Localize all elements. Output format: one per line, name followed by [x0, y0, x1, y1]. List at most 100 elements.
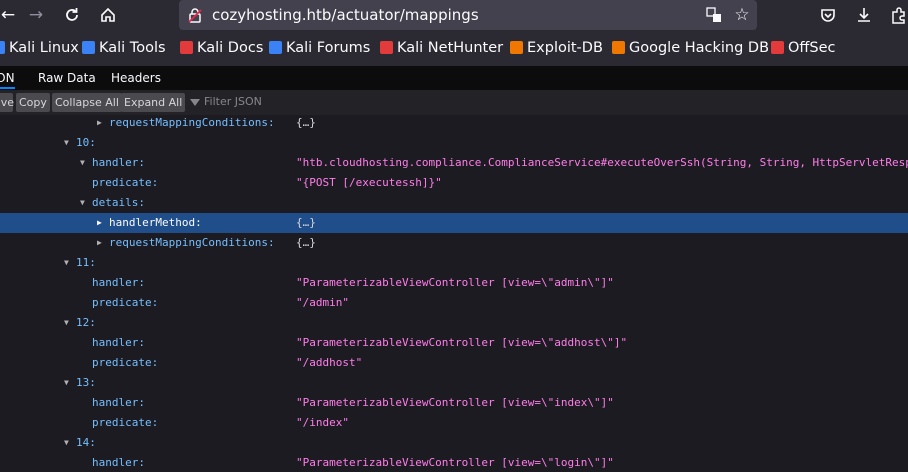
expanded-twisty-icon[interactable]: ▼ — [80, 193, 85, 213]
collapse-all-button[interactable]: Collapse All — [52, 93, 122, 112]
expanded-twisty-icon[interactable]: ▼ — [64, 133, 69, 153]
collapsed-twisty-icon[interactable]: ▶ — [97, 115, 102, 133]
home-icon[interactable] — [96, 4, 120, 26]
bookmark-kali-nethunter[interactable]: Kali NetHunter — [380, 40, 503, 56]
filter-placeholder: Filter JSON — [204, 95, 262, 108]
json-row[interactable]: predicate: "{POST [/executessh]}" — [0, 173, 908, 193]
json-row[interactable]: ▼ details: — [0, 193, 908, 213]
kali-linux-icon — [0, 41, 5, 54]
star-icon[interactable]: ☆ — [730, 4, 754, 26]
json-row[interactable]: ▼ 12: — [0, 313, 908, 333]
json-key: predicate: — [92, 416, 159, 429]
browser-navbar: ← → cozyhosting.htb/actuator/mappings ☆ — [0, 0, 908, 32]
json-value: "htb.cloudhosting.compliance.ComplianceS… — [296, 156, 908, 169]
bookmark-label: Google Hacking DB — [629, 40, 770, 56]
expanded-twisty-icon[interactable]: ▼ — [64, 253, 69, 273]
url-bar[interactable]: cozyhosting.htb/actuator/mappings ☆ — [179, 0, 757, 30]
json-key: 13: — [76, 376, 96, 389]
collapsed-twisty-icon[interactable]: ▶ — [97, 213, 102, 233]
json-value: {…} — [296, 236, 316, 249]
json-key: handler: — [92, 456, 145, 469]
translate-icon[interactable] — [702, 4, 726, 26]
json-row[interactable]: ▶ requestMappingConditions: {…} — [0, 115, 908, 133]
json-toolbar: Save Copy Collapse All Expand All Filter… — [0, 90, 908, 116]
save-button[interactable]: Save — [0, 93, 14, 112]
download-icon[interactable] — [852, 4, 876, 26]
kali-docs-icon — [180, 41, 193, 54]
json-row[interactable]: ▼ 11: — [0, 253, 908, 273]
json-value: "ParameterizableViewController [view=\"l… — [296, 456, 614, 469]
bookmark-exploit-db[interactable]: Exploit-DB — [510, 40, 603, 56]
json-key: handler: — [92, 396, 145, 409]
json-value: "ParameterizableViewController [view=\"a… — [296, 336, 628, 349]
json-row[interactable]: handler: "ParameterizableViewController [… — [0, 273, 908, 293]
bookmark-label: Kali Tools — [99, 40, 166, 56]
kali-tools-icon — [82, 41, 95, 54]
bookmark-label: Exploit-DB — [527, 40, 603, 56]
json-key: predicate: — [92, 176, 159, 189]
json-key: handler: — [92, 276, 145, 289]
pocket-icon[interactable] — [816, 4, 840, 26]
expanded-twisty-icon[interactable]: ▼ — [64, 313, 69, 333]
json-row[interactable]: ▶ requestMappingConditions: {…} — [0, 233, 908, 253]
json-row[interactable]: predicate: "/addhost" — [0, 353, 908, 373]
exploit-db-icon — [510, 41, 523, 54]
json-key: predicate: — [92, 296, 159, 309]
bookmark-label: Kali Docs — [197, 40, 264, 56]
json-row[interactable]: handler: "ParameterizableViewController [… — [0, 453, 908, 472]
back-icon[interactable]: ← — [0, 4, 20, 26]
bookmark-offsec[interactable]: OffSec — [771, 40, 836, 56]
bookmark-kali-linux[interactable]: Kali Linux — [0, 40, 79, 56]
filter-json-input[interactable]: Filter JSON — [190, 95, 262, 108]
json-row[interactable]: ▼ 14: — [0, 433, 908, 453]
json-key: 11: — [76, 256, 96, 269]
bookmark-label: Kali NetHunter — [397, 40, 504, 56]
copy-button[interactable]: Copy — [16, 93, 50, 112]
url-text[interactable]: cozyhosting.htb/actuator/mappings — [212, 6, 479, 24]
bookmark-google-hacking-db[interactable]: Google Hacking DB — [612, 40, 769, 56]
offsec-icon — [771, 41, 784, 54]
bookmark-label: OffSec — [788, 40, 836, 56]
json-tree: ▶ requestMappingConditions: {…} ▼ 10: ▼ handle… — [0, 115, 908, 472]
json-row[interactable]: predicate: "/admin" — [0, 293, 908, 313]
expanded-twisty-icon[interactable]: ▼ — [64, 373, 69, 393]
json-value: {…} — [296, 216, 316, 229]
filter-icon — [190, 99, 200, 106]
json-row[interactable]: ▶ handlerMethod: {…} — [0, 213, 908, 233]
json-row[interactable]: ▼ handler: "htb.cloudhosting.compliance.Co… — [0, 153, 908, 173]
expanded-twisty-icon[interactable]: ▼ — [80, 153, 85, 173]
json-row[interactable]: ▼ 13: — [0, 373, 908, 393]
tab-headers[interactable]: Headers — [111, 71, 161, 85]
bookmark-kali-docs[interactable]: Kali Docs — [180, 40, 263, 56]
extensions-icon[interactable] — [886, 4, 908, 26]
tab-raw-data[interactable]: Raw Data — [38, 71, 96, 85]
json-value: "/index" — [296, 416, 349, 429]
json-key: handler: — [92, 156, 145, 169]
json-value: "/admin" — [296, 296, 349, 309]
expanded-twisty-icon[interactable]: ▼ — [64, 433, 69, 453]
json-value: "/addhost" — [296, 356, 363, 369]
json-key: handlerMethod: — [109, 216, 202, 229]
lock-icon[interactable] — [183, 4, 207, 26]
json-key: predicate: — [92, 356, 159, 369]
expand-all-button[interactable]: Expand All — [121, 93, 186, 112]
bookmark-kali-forums[interactable]: Kali Forums — [269, 40, 370, 56]
json-key: 14: — [76, 436, 96, 449]
json-key: requestMappingConditions: — [109, 236, 275, 249]
json-key: handler: — [92, 336, 145, 349]
json-viewer-tabs: JSON Raw Data Headers — [0, 67, 908, 90]
bookmark-label: Kali Linux — [9, 40, 79, 56]
json-row[interactable]: predicate: "/index" — [0, 413, 908, 433]
reload-icon[interactable] — [60, 4, 84, 26]
json-row[interactable]: handler: "ParameterizableViewController [… — [0, 333, 908, 353]
json-row[interactable]: ▼ 10: — [0, 133, 908, 153]
json-key: 10: — [76, 136, 96, 149]
collapsed-twisty-icon[interactable]: ▶ — [97, 233, 102, 253]
json-value: "{POST [/executessh]}" — [296, 176, 442, 189]
bookmark-kali-tools[interactable]: Kali Tools — [82, 40, 166, 56]
tab-json[interactable]: JSON — [0, 71, 15, 89]
json-row[interactable]: handler: "ParameterizableViewController [… — [0, 393, 908, 413]
json-value: {…} — [296, 116, 316, 129]
forward-icon[interactable]: → — [24, 4, 48, 26]
json-value: "ParameterizableViewController [view=\"i… — [296, 396, 614, 409]
